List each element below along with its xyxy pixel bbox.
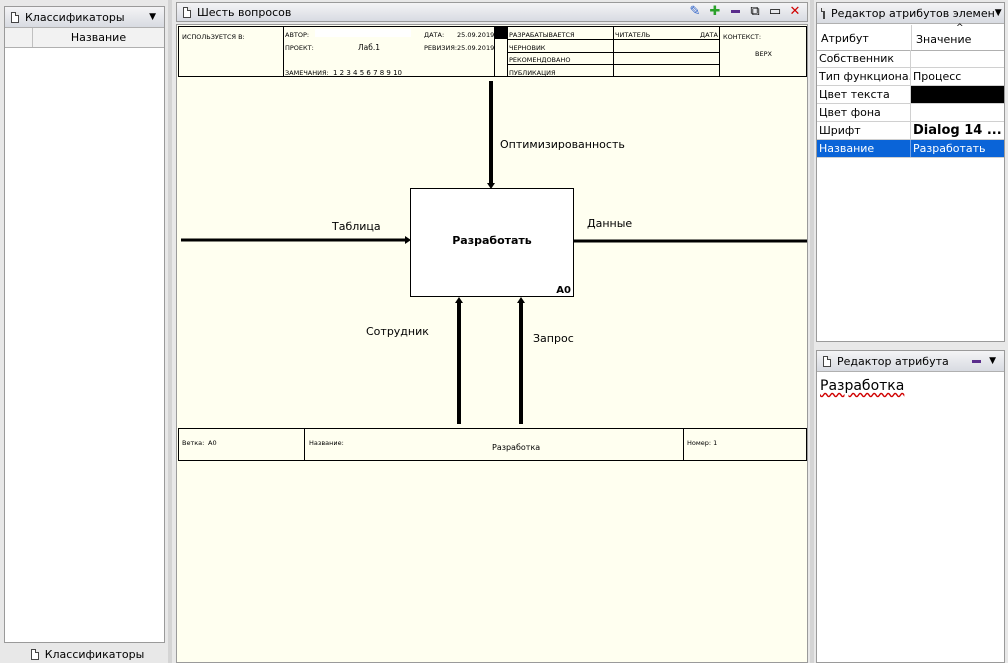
- classifiers-panel: Классификаторы ▼ Название: [4, 6, 165, 643]
- single-attribute-editor-panel: Редактор атрибута ▼ Разработка: [816, 350, 1005, 663]
- minimize-icon[interactable]: [727, 4, 743, 20]
- input-arrow-label[interactable]: Таблица: [332, 220, 381, 233]
- attr-value[interactable]: Dialog 14 ...: [911, 122, 1004, 139]
- pin-icon[interactable]: ✎: [687, 4, 703, 20]
- attr-row-owner[interactable]: Собственник: [817, 50, 1004, 68]
- attribute-editor-title: Редактор атрибутов элемен: [831, 6, 995, 20]
- restore-icon[interactable]: ⧉: [747, 4, 763, 20]
- context-label: КОНТЕКСТ:: [723, 33, 762, 41]
- author-field: [315, 29, 411, 37]
- attr-header-row: Атрибут ^ Значение: [817, 23, 1004, 51]
- attr-name: Тип функциона...: [819, 68, 911, 85]
- attr-name: Шрифт: [817, 122, 911, 139]
- context-value: ВЕРХ: [755, 50, 772, 58]
- attr-value[interactable]: [911, 50, 1004, 67]
- classifiers-header-row: Название: [5, 28, 164, 48]
- node-value: A0: [208, 439, 217, 447]
- single-attribute-editor-titlebar[interactable]: Редактор атрибута ▼: [817, 351, 1004, 372]
- date-column-label: ДАТА: [700, 31, 718, 39]
- output-arrow-label[interactable]: Данные: [587, 217, 632, 230]
- date-value: 25.09.2019: [457, 31, 495, 39]
- control-arrow-label[interactable]: Оптимизированность: [500, 138, 625, 151]
- project-label: ПРОЕКТ:: [285, 44, 314, 52]
- date-label: ДАТА:: [424, 31, 445, 39]
- attr-row-name[interactable]: Название Разработать: [817, 140, 1004, 158]
- splitter-right[interactable]: [810, 0, 814, 663]
- frame-footer: Ветка: A0 Название: Разработка Номер: 1: [178, 428, 807, 461]
- notes-numbers: 1 2 3 4 5 6 7 8 9 10: [333, 69, 403, 77]
- maximize-icon[interactable]: ▭: [767, 4, 783, 20]
- text-color-swatch[interactable]: [911, 86, 1004, 103]
- mechanism-arrow-label-1[interactable]: Сотрудник: [366, 325, 429, 338]
- sort-up-icon: ^: [956, 23, 964, 33]
- revision-label: РЕВИЗИЯ:: [424, 44, 458, 52]
- single-attribute-editor-text[interactable]: Разработка: [820, 378, 904, 394]
- attr-name: Собственник: [817, 50, 911, 67]
- document-icon: [11, 11, 19, 23]
- single-attribute-editor-title: Редактор атрибута: [837, 354, 949, 368]
- document-icon: [30, 648, 39, 660]
- attr-row-function-type[interactable]: Тип функциона... Процесс: [817, 68, 1004, 86]
- function-box[interactable]: Разработать A0: [410, 188, 574, 297]
- close-icon[interactable]: ✕: [787, 4, 803, 20]
- puzzle-icon[interactable]: ✚: [707, 4, 723, 20]
- mechanism-arrowhead-2: [517, 297, 525, 303]
- document-icon: [823, 355, 831, 367]
- function-box-id: A0: [556, 285, 571, 296]
- row-header-cell: [5, 28, 33, 47]
- mechanism-arrow-label-2[interactable]: Запрос: [533, 332, 574, 345]
- reader-label: ЧИТАТЕЛЬ: [615, 31, 651, 39]
- column-header-name[interactable]: Название: [33, 28, 164, 47]
- notes-label: ЗАМЕЧАНИЯ:: [285, 69, 329, 77]
- column-header-attribute[interactable]: Атрибут: [821, 32, 869, 45]
- splitter[interactable]: [168, 0, 172, 663]
- title-label: Название:: [309, 439, 344, 447]
- diagram-window-titlebar[interactable]: Шесть вопросов ✎ ✚ ⧉ ▭ ✕: [176, 2, 808, 22]
- status-publication: ПУБЛИКАЦИЯ: [509, 69, 556, 77]
- author-label: АВТОР:: [285, 31, 310, 39]
- minimize-icon[interactable]: [972, 359, 982, 363]
- attr-name: Название: [817, 140, 911, 157]
- dropdown-arrow-icon[interactable]: ▼: [989, 356, 996, 366]
- frame-header: ИСПОЛЬЗУЕТСЯ В: АВТОР: ПРОЕКТ: Лаб.1 ДАТ…: [178, 26, 807, 77]
- used-in-label: ИСПОЛЬЗУЕТСЯ В:: [182, 33, 245, 41]
- node-label: Ветка:: [182, 439, 205, 447]
- attr-value[interactable]: Разработать: [911, 140, 1004, 157]
- attribute-editor-panel: Редактор атрибутов элемен ▼ Атрибут ^ Зн…: [816, 2, 1005, 342]
- classifiers-title: Классификаторы: [25, 10, 125, 24]
- status-recommended: РЕКОМЕНДОВАНО: [509, 56, 571, 64]
- attr-value[interactable]: Процесс: [911, 68, 1004, 85]
- status-developing: РАЗРАБАТЫВАЕТСЯ: [509, 31, 575, 39]
- function-box-label: Разработать: [452, 234, 532, 247]
- attr-row-background-color[interactable]: Цвет фона: [817, 104, 1004, 122]
- classifiers-bottom-tab[interactable]: Классификаторы: [4, 645, 165, 663]
- column-header-value-label: Значение: [916, 33, 972, 46]
- dropdown-arrow-icon[interactable]: ▼: [995, 8, 1002, 18]
- status-marker: [495, 27, 507, 39]
- attribute-editor-titlebar[interactable]: Редактор атрибутов элемен ▼: [817, 3, 1004, 24]
- column-header-value[interactable]: ^ Значение: [911, 23, 1004, 50]
- revision-value: 25.09.2019: [457, 44, 495, 52]
- document-icon: [183, 6, 191, 18]
- classifiers-titlebar[interactable]: Классификаторы ▼: [5, 7, 164, 28]
- attr-row-text-color[interactable]: Цвет текста: [817, 86, 1004, 104]
- attr-value[interactable]: [911, 104, 1004, 121]
- attr-name: Цвет текста: [817, 86, 911, 103]
- diagram-window-title: Шесть вопросов: [197, 5, 292, 19]
- mechanism-arrowhead-1: [455, 297, 463, 303]
- attr-row-font[interactable]: Шрифт Dialog 14 ...: [817, 122, 1004, 140]
- diagram-canvas[interactable]: ИСПОЛЬЗУЕТСЯ В: АВТОР: ПРОЕКТ: Лаб.1 ДАТ…: [176, 24, 808, 663]
- dropdown-arrow-icon[interactable]: ▼: [149, 12, 156, 22]
- document-icon: [821, 7, 825, 19]
- project-value: Лаб.1: [358, 43, 381, 52]
- attr-name: Цвет фона: [817, 104, 911, 121]
- number-label: Номер: 1: [687, 439, 718, 447]
- title-value: Разработка: [492, 443, 541, 452]
- status-draft: ЧЕРНОВИК: [509, 44, 546, 52]
- classifiers-tab-label: Классификаторы: [44, 647, 145, 661]
